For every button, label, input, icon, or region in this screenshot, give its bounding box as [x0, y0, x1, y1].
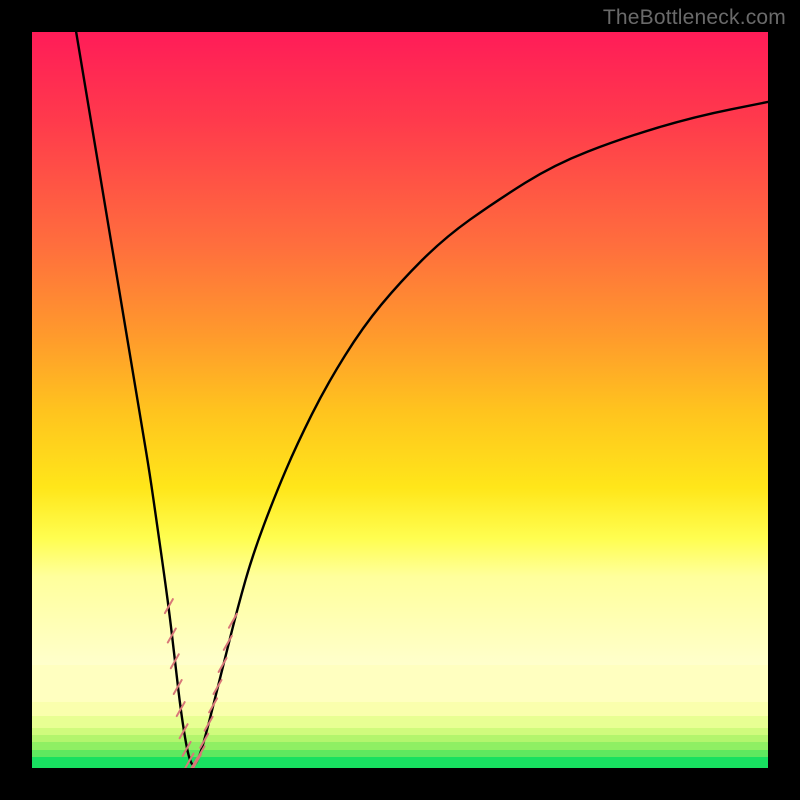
data-point-markers	[165, 599, 237, 768]
curve-layer	[32, 32, 768, 768]
plot-area	[32, 32, 768, 768]
chart-frame: TheBottleneck.com	[0, 0, 800, 800]
watermark-text: TheBottleneck.com	[603, 6, 786, 30]
data-point	[205, 717, 213, 731]
bottleneck-curve	[76, 32, 768, 765]
